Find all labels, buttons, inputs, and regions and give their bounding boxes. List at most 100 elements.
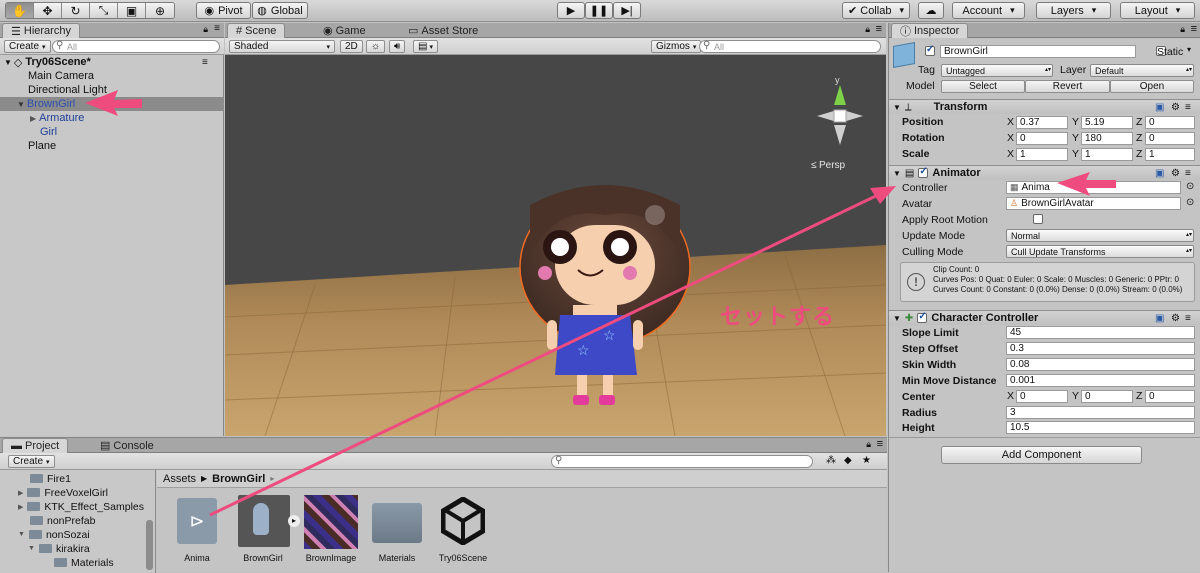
- scene-root-row[interactable]: ▼ ◇ Try06Scene* ≡: [4, 55, 226, 69]
- tab-asset-store[interactable]: ▭ Asset Store: [400, 23, 486, 38]
- hierarchy-item[interactable]: ▶ Armature: [30, 111, 252, 125]
- 2d-toggle[interactable]: 2D: [340, 40, 363, 53]
- animator-enabled-checkbox[interactable]: [918, 166, 929, 178]
- scale-tool-icon[interactable]: ⤡: [90, 3, 118, 18]
- scale-y-field[interactable]: 1: [1081, 148, 1133, 161]
- move-tool-icon[interactable]: ✥: [34, 3, 62, 18]
- account-dropdown[interactable]: Account: [952, 2, 1025, 19]
- project-search-input[interactable]: [551, 455, 813, 468]
- center-y-field[interactable]: 0: [1081, 390, 1133, 403]
- scene-viewport[interactable]: ☆ ☆ y Persp ≤: [225, 55, 886, 436]
- more-icon[interactable]: ≡: [1185, 168, 1191, 179]
- animator-header[interactable]: ▼ ▤ Animator ▣ ⚙ ≡: [889, 165, 1200, 180]
- hierarchy-item[interactable]: Plane: [28, 139, 250, 153]
- layers-dropdown[interactable]: Layers: [1036, 2, 1111, 19]
- menu-icon[interactable]: ≡: [876, 23, 882, 35]
- favorite-icon[interactable]: ★: [862, 455, 871, 466]
- slope-limit-field[interactable]: 45: [1006, 326, 1195, 339]
- folder-item[interactable]: nonPrefab: [30, 514, 95, 527]
- hierarchy-item[interactable]: Main Camera: [28, 69, 250, 83]
- play-button[interactable]: ▶: [557, 2, 585, 19]
- create-button[interactable]: Create ▾: [8, 455, 55, 468]
- object-picker-icon[interactable]: ⊙: [1186, 197, 1194, 208]
- menu-icon[interactable]: ≡: [214, 23, 220, 34]
- layout-dropdown[interactable]: Layout: [1120, 2, 1195, 19]
- lock-icon[interactable]: 🔒︎: [1180, 24, 1185, 35]
- settings-icon[interactable]: ⚙: [1171, 102, 1180, 113]
- more-icon[interactable]: ≡: [1185, 313, 1191, 324]
- step-offset-field[interactable]: 0.3: [1006, 342, 1195, 355]
- root-motion-checkbox[interactable]: [1033, 214, 1044, 224]
- culling-mode-dropdown[interactable]: Cull Update Transforms: [1006, 245, 1194, 258]
- update-mode-dropdown[interactable]: Normal: [1006, 229, 1194, 242]
- filter-type-icon[interactable]: ⁂: [826, 455, 836, 466]
- rotate-tool-icon[interactable]: ↻: [62, 3, 90, 18]
- help-icon[interactable]: ▣: [1155, 313, 1164, 324]
- breadcrumb-browngirl[interactable]: BrownGirl: [212, 473, 265, 485]
- rotation-y-field[interactable]: 180: [1081, 132, 1133, 145]
- help-icon[interactable]: ▣: [1155, 168, 1164, 179]
- position-z-field[interactable]: 0: [1145, 116, 1195, 129]
- pause-button[interactable]: ❚❚: [585, 2, 613, 19]
- rotation-z-field[interactable]: 0: [1145, 132, 1195, 145]
- controller-field[interactable]: ▦ Anima: [1006, 181, 1181, 194]
- audio-toggle[interactable]: 🔊︎: [389, 40, 406, 53]
- step-button[interactable]: ▶|: [613, 2, 641, 19]
- tab-hierarchy[interactable]: ☰ Hierarchy: [2, 23, 80, 38]
- lock-icon[interactable]: 🔒︎: [866, 439, 871, 450]
- center-z-field[interactable]: 0: [1145, 390, 1195, 403]
- character-controller-header[interactable]: ▼ ✚ Character Controller ▣ ⚙ ≡: [889, 310, 1200, 325]
- scale-x-field[interactable]: 1: [1016, 148, 1068, 161]
- folder-item[interactable]: ▼ kirakira: [28, 542, 90, 555]
- height-field[interactable]: 10.5: [1006, 421, 1195, 434]
- collab-dropdown[interactable]: ✔ Collab: [842, 2, 910, 19]
- model-open-button[interactable]: Open: [1110, 80, 1194, 93]
- transform-header[interactable]: ▼ ⟂ Transform ▣ ⚙ ≡: [889, 99, 1200, 114]
- persp-label[interactable]: Persp: [819, 160, 846, 171]
- folder-item[interactable]: ▶ FreeVoxelGirl: [18, 486, 108, 499]
- position-x-field[interactable]: 0.37: [1016, 116, 1068, 129]
- folder-item[interactable]: Fire1: [30, 472, 71, 485]
- shading-dropdown[interactable]: Shaded ▾: [229, 40, 335, 53]
- gizmos-dropdown[interactable]: Gizmos ▾: [651, 40, 702, 53]
- tab-game[interactable]: ◉ Game: [315, 23, 374, 38]
- folder-item[interactable]: ▼ nonSozai: [18, 528, 90, 541]
- folder-item[interactable]: ▶ KTK_Effect_Samples: [18, 500, 144, 513]
- menu-icon[interactable]: ≡: [1191, 23, 1197, 35]
- scene-search-input[interactable]: All: [699, 40, 881, 53]
- tag-dropdown[interactable]: Untagged: [941, 64, 1053, 77]
- lock-icon[interactable]: 🔒︎: [865, 24, 870, 35]
- tab-console[interactable]: ▤ Console: [92, 438, 162, 453]
- breadcrumb-assets[interactable]: Assets: [163, 473, 196, 485]
- folder-tree-scrollbar[interactable]: [146, 520, 153, 570]
- hand-tool-icon[interactable]: ✋: [6, 3, 34, 18]
- scale-z-field[interactable]: 1: [1145, 148, 1195, 161]
- scene-menu-icon[interactable]: ≡: [202, 57, 208, 68]
- cloud-button[interactable]: ☁: [918, 2, 944, 19]
- hierarchy-item[interactable]: Directional Light: [28, 83, 250, 97]
- settings-icon[interactable]: ⚙: [1171, 168, 1180, 179]
- center-x-field[interactable]: 0: [1016, 390, 1068, 403]
- active-checkbox[interactable]: [925, 44, 935, 56]
- hierarchy-item-selected[interactable]: ▼ BrownGirl: [0, 97, 224, 111]
- lock-icon[interactable]: 🔒︎: [203, 24, 208, 35]
- transform-tool-icon[interactable]: ⊕: [146, 3, 174, 18]
- folder-item[interactable]: Materials: [54, 556, 114, 569]
- expand-arrow-icon[interactable]: ▸: [288, 515, 300, 527]
- label-icon[interactable]: ◆: [844, 455, 852, 466]
- character-controller-enabled-checkbox[interactable]: [917, 311, 928, 323]
- hierarchy-search-input[interactable]: All: [52, 40, 220, 53]
- chevron-down-icon[interactable]: ▾: [1187, 45, 1191, 54]
- model-select-button[interactable]: Select: [941, 80, 1025, 93]
- rotation-x-field[interactable]: 0: [1016, 132, 1068, 145]
- global-button[interactable]: ◍ Global: [252, 2, 308, 19]
- position-y-field[interactable]: 5.19: [1081, 116, 1133, 129]
- tab-inspector[interactable]: ⓘ Inspector: [891, 23, 969, 38]
- more-icon[interactable]: ≡: [1185, 102, 1191, 113]
- rect-tool-icon[interactable]: ▣: [118, 3, 146, 18]
- min-move-distance-field[interactable]: 0.001: [1006, 374, 1195, 387]
- add-component-button[interactable]: Add Component: [941, 446, 1142, 464]
- tab-project[interactable]: ▬ Project: [2, 438, 69, 453]
- create-button[interactable]: Create ▾: [4, 40, 51, 53]
- object-name-field[interactable]: BrownGirl: [940, 45, 1136, 58]
